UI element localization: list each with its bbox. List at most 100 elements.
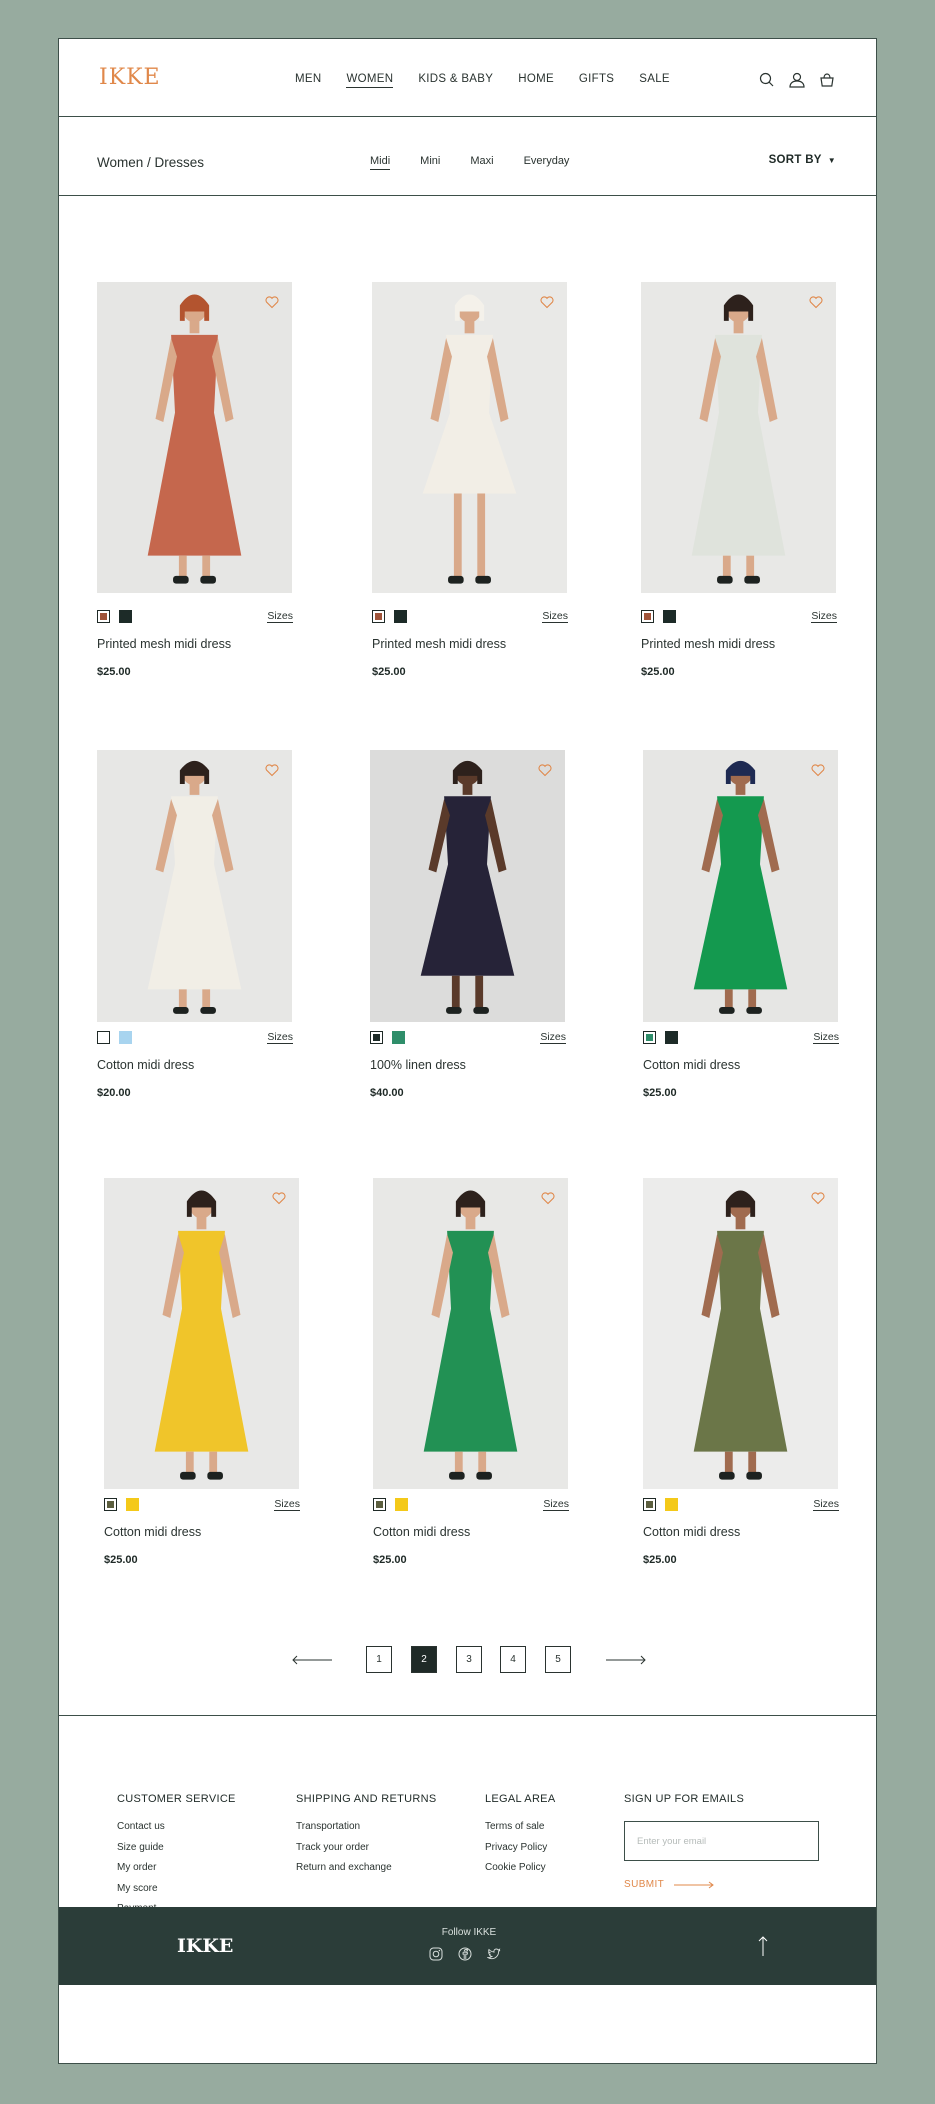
heart-icon[interactable] bbox=[264, 762, 280, 778]
footer-link[interactable]: Privacy Policy bbox=[485, 1842, 555, 1853]
footer-link[interactable]: Terms of sale bbox=[485, 1821, 555, 1832]
sizes-link[interactable]: Sizes bbox=[540, 1031, 566, 1044]
product-image[interactable] bbox=[372, 282, 567, 593]
product-image[interactable] bbox=[643, 750, 838, 1022]
product-image[interactable] bbox=[641, 282, 836, 593]
heart-icon[interactable] bbox=[810, 762, 826, 778]
page-button-5[interactable]: 5 bbox=[545, 1646, 571, 1673]
product-card[interactable]: Sizes Printed mesh midi dress $25.00 bbox=[97, 282, 293, 678]
user-icon[interactable] bbox=[788, 71, 806, 89]
footer-link[interactable]: My order bbox=[117, 1862, 236, 1873]
product-card[interactable]: Sizes Cotton midi dress $25.00 bbox=[643, 1178, 839, 1566]
color-swatch[interactable] bbox=[119, 1031, 132, 1044]
product-card[interactable]: Sizes Printed mesh midi dress $25.00 bbox=[372, 282, 568, 678]
product-card[interactable]: Sizes 100% linen dress $40.00 bbox=[370, 750, 566, 1099]
heart-icon[interactable] bbox=[540, 1190, 556, 1206]
next-arrow-icon[interactable] bbox=[605, 1655, 647, 1665]
color-swatch[interactable] bbox=[97, 1031, 110, 1044]
nav-item-gifts[interactable]: GIFTS bbox=[579, 73, 614, 88]
footer-link[interactable]: Cookie Policy bbox=[485, 1862, 555, 1873]
product-name[interactable]: Printed mesh midi dress bbox=[641, 637, 837, 651]
page-button-3[interactable]: 3 bbox=[456, 1646, 482, 1673]
sizes-link[interactable]: Sizes bbox=[274, 1498, 300, 1511]
prev-arrow-icon[interactable] bbox=[291, 1655, 333, 1665]
color-swatch[interactable] bbox=[641, 610, 654, 623]
product-name[interactable]: Printed mesh midi dress bbox=[97, 637, 293, 651]
sizes-link[interactable]: Sizes bbox=[813, 1031, 839, 1044]
nav-item-kids-baby[interactable]: KIDS & BABY bbox=[418, 73, 493, 88]
color-swatch[interactable] bbox=[643, 1498, 656, 1511]
nav-item-home[interactable]: HOME bbox=[518, 73, 554, 88]
color-swatch[interactable] bbox=[663, 610, 676, 623]
product-image[interactable] bbox=[370, 750, 565, 1022]
heart-icon[interactable] bbox=[537, 762, 553, 778]
color-swatch[interactable] bbox=[97, 610, 110, 623]
product-card[interactable]: Sizes Printed mesh midi dress $25.00 bbox=[641, 282, 837, 678]
sizes-link[interactable]: Sizes bbox=[267, 1031, 293, 1044]
footer-link[interactable]: Transportation bbox=[296, 1821, 436, 1832]
filter-midi[interactable]: Midi bbox=[370, 155, 391, 170]
nav-item-sale[interactable]: SALE bbox=[639, 73, 670, 88]
nav-item-men[interactable]: MEN bbox=[295, 73, 321, 88]
product-card[interactable]: Sizes Cotton midi dress $25.00 bbox=[373, 1178, 569, 1566]
color-swatch[interactable] bbox=[643, 1031, 656, 1044]
filter-mini[interactable]: Mini bbox=[420, 155, 440, 170]
filter-everyday[interactable]: Everyday bbox=[524, 155, 570, 170]
submit-button[interactable]: SUBMIT bbox=[624, 1879, 819, 1890]
product-image[interactable] bbox=[97, 750, 292, 1022]
sizes-link[interactable]: Sizes bbox=[543, 1498, 569, 1511]
sizes-link[interactable]: Sizes bbox=[542, 610, 568, 623]
heart-icon[interactable] bbox=[810, 1190, 826, 1206]
color-swatch[interactable] bbox=[372, 610, 385, 623]
footer-link[interactable]: Track your order bbox=[296, 1842, 436, 1853]
heart-icon[interactable] bbox=[808, 294, 824, 310]
search-icon[interactable] bbox=[758, 71, 776, 89]
product-name[interactable]: 100% linen dress bbox=[370, 1058, 566, 1072]
sizes-link[interactable]: Sizes bbox=[813, 1498, 839, 1511]
footer-link[interactable]: Contact us bbox=[117, 1821, 236, 1832]
heart-icon[interactable] bbox=[264, 294, 280, 310]
page-button-4[interactable]: 4 bbox=[500, 1646, 526, 1673]
product-name[interactable]: Cotton midi dress bbox=[373, 1525, 569, 1539]
back-to-top-icon[interactable] bbox=[757, 1935, 769, 1957]
product-card[interactable]: Sizes Cotton midi dress $25.00 bbox=[643, 750, 839, 1099]
page-button-1[interactable]: 1 bbox=[366, 1646, 392, 1673]
product-image[interactable] bbox=[373, 1178, 568, 1489]
heart-icon[interactable] bbox=[271, 1190, 287, 1206]
color-swatch[interactable] bbox=[370, 1031, 383, 1044]
footer-logo[interactable]: IKKE bbox=[177, 1935, 233, 1957]
twitter-icon[interactable] bbox=[486, 1947, 501, 1961]
color-swatch[interactable] bbox=[395, 1498, 408, 1511]
product-name[interactable]: Printed mesh midi dress bbox=[372, 637, 568, 651]
color-swatch[interactable] bbox=[126, 1498, 139, 1511]
footer-link[interactable]: My score bbox=[117, 1883, 236, 1894]
color-swatch[interactable] bbox=[665, 1498, 678, 1511]
nav-item-women[interactable]: WOMEN bbox=[346, 73, 394, 88]
sizes-link[interactable]: Sizes bbox=[811, 610, 837, 623]
product-name[interactable]: Cotton midi dress bbox=[104, 1525, 300, 1539]
color-swatch[interactable] bbox=[373, 1498, 386, 1511]
facebook-icon[interactable] bbox=[458, 1947, 472, 1961]
product-name[interactable]: Cotton midi dress bbox=[643, 1058, 839, 1072]
color-swatch[interactable] bbox=[665, 1031, 678, 1044]
color-swatch[interactable] bbox=[119, 610, 132, 623]
product-card[interactable]: Sizes Cotton midi dress $25.00 bbox=[104, 1178, 300, 1566]
color-swatch[interactable] bbox=[394, 610, 407, 623]
heart-icon[interactable] bbox=[539, 294, 555, 310]
sizes-link[interactable]: Sizes bbox=[267, 610, 293, 623]
product-image[interactable] bbox=[97, 282, 292, 593]
email-input[interactable] bbox=[624, 1821, 819, 1861]
sort-by-button[interactable]: SORT BY ▼ bbox=[769, 154, 836, 166]
product-image[interactable] bbox=[104, 1178, 299, 1489]
product-image[interactable] bbox=[643, 1178, 838, 1489]
footer-link[interactable]: Size guide bbox=[117, 1842, 236, 1853]
cart-icon[interactable] bbox=[818, 71, 836, 89]
brand-logo[interactable]: IKKE bbox=[99, 65, 161, 90]
filter-maxi[interactable]: Maxi bbox=[470, 155, 493, 170]
product-name[interactable]: Cotton midi dress bbox=[643, 1525, 839, 1539]
product-name[interactable]: Cotton midi dress bbox=[97, 1058, 293, 1072]
color-swatch[interactable] bbox=[392, 1031, 405, 1044]
page-button-2[interactable]: 2 bbox=[411, 1646, 437, 1673]
product-card[interactable]: Sizes Cotton midi dress $20.00 bbox=[97, 750, 293, 1099]
breadcrumb[interactable]: Women / Dresses bbox=[97, 155, 204, 170]
